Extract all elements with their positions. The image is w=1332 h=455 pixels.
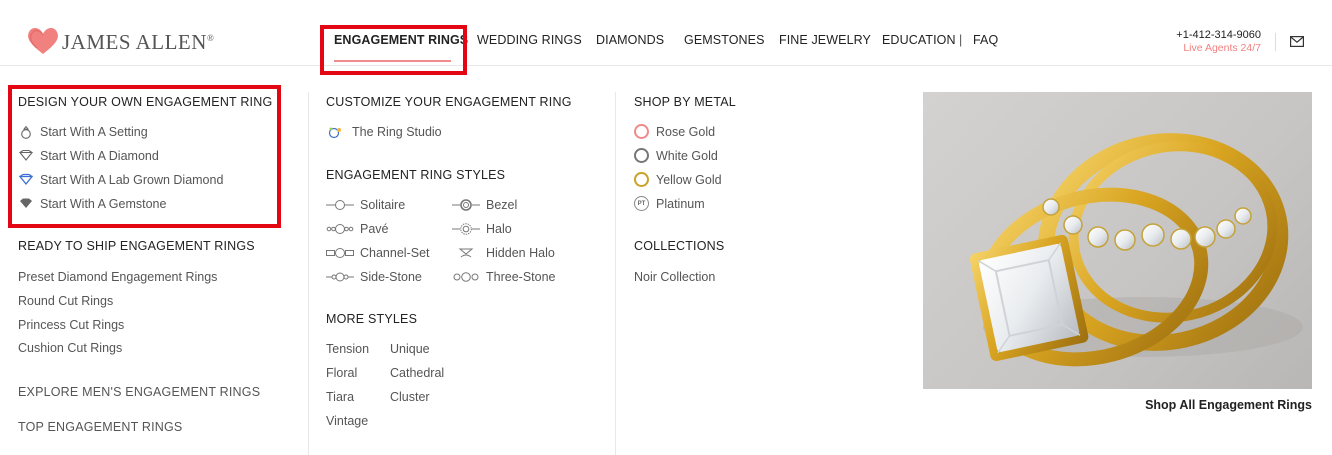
nav-engagement-rings[interactable]: ENGAGEMENT RINGS bbox=[334, 33, 468, 47]
halo-icon bbox=[452, 223, 480, 235]
style-tension-link[interactable]: Tension bbox=[326, 342, 369, 356]
brand-name: JAMES ALLEN® bbox=[62, 29, 215, 54]
style-channel-set-label: Channel-Set bbox=[360, 246, 430, 260]
gold-rings-illustration bbox=[969, 133, 1303, 367]
style-pave-link[interactable]: Pavé bbox=[326, 222, 389, 236]
start-with-setting-link[interactable]: Start With A Setting bbox=[18, 125, 148, 139]
solitaire-icon bbox=[326, 200, 354, 210]
nav-education[interactable]: EDUCATION bbox=[882, 33, 956, 47]
nav-separator: | bbox=[959, 33, 963, 47]
side-stone-icon bbox=[326, 272, 354, 282]
engagement-rings-promo-image[interactable] bbox=[923, 92, 1312, 389]
style-three-stone-label: Three-Stone bbox=[486, 270, 556, 284]
style-halo-link[interactable]: Halo bbox=[452, 222, 512, 236]
yellow-gold-label: Yellow Gold bbox=[656, 172, 722, 187]
nav-fine-jewelry[interactable]: FINE JEWELRY bbox=[779, 33, 871, 47]
white-gold-label: White Gold bbox=[656, 148, 718, 163]
rose-gold-label: Rose Gold bbox=[656, 124, 716, 139]
pave-icon bbox=[326, 224, 354, 234]
nav-faq[interactable]: FAQ bbox=[973, 33, 998, 47]
metal-yellow-gold-link[interactable]: Yellow Gold bbox=[634, 172, 722, 187]
style-pave-label: Pavé bbox=[360, 222, 389, 236]
collections-section-title: COLLECTIONS bbox=[634, 239, 725, 253]
platinum-label: Platinum bbox=[656, 196, 705, 211]
start-with-gemstone-link[interactable]: Start With A Gemstone bbox=[18, 197, 166, 211]
mail-icon[interactable] bbox=[1290, 36, 1304, 47]
metal-section-title: SHOP BY METAL bbox=[634, 95, 736, 109]
start-with-setting-label: Start With A Setting bbox=[40, 125, 148, 139]
style-floral-link[interactable]: Floral bbox=[326, 366, 357, 380]
mens-rings-link[interactable]: EXPLORE MEN'S ENGAGEMENT RINGS bbox=[18, 385, 260, 399]
metal-rose-gold-link[interactable]: Rose Gold bbox=[634, 124, 715, 139]
hidden-halo-icon bbox=[458, 248, 474, 258]
customize-section-title: CUSTOMIZE YOUR ENGAGEMENT RING bbox=[326, 95, 572, 109]
style-solitaire-link[interactable]: Solitaire bbox=[326, 198, 405, 212]
style-hidden-halo-link[interactable]: Hidden Halo bbox=[452, 246, 555, 260]
shop-all-engagement-rings-link[interactable]: Shop All Engagement Rings bbox=[1145, 398, 1312, 412]
yellow-gold-swatch-icon bbox=[634, 172, 649, 187]
lab-diamond-icon bbox=[18, 173, 34, 186]
style-bezel-link[interactable]: Bezel bbox=[452, 198, 517, 212]
style-cluster-link[interactable]: Cluster bbox=[390, 390, 430, 404]
princess-cut-link[interactable]: Princess Cut Rings bbox=[18, 318, 124, 332]
phone-number[interactable]: +1-412-314-9060 bbox=[1176, 29, 1261, 41]
noir-collection-link[interactable]: Noir Collection bbox=[634, 270, 715, 284]
style-halo-label: Halo bbox=[486, 222, 512, 236]
diamond-outline-icon bbox=[18, 149, 34, 161]
round-cut-link[interactable]: Round Cut Rings bbox=[18, 294, 113, 308]
start-with-diamond-link[interactable]: Start With A Diamond bbox=[18, 149, 159, 163]
design-section-title: DESIGN YOUR OWN ENGAGEMENT RING bbox=[18, 95, 273, 109]
header-divider bbox=[1275, 33, 1276, 51]
start-with-gemstone-label: Start With A Gemstone bbox=[40, 197, 167, 211]
preset-rings-link[interactable]: Preset Diamond Engagement Rings bbox=[18, 270, 217, 284]
nav-diamonds[interactable]: DIAMONDS bbox=[596, 33, 664, 47]
ring-setting-icon bbox=[21, 125, 31, 139]
nav-wedding-rings[interactable]: WEDDING RINGS bbox=[477, 33, 582, 47]
column-divider bbox=[308, 92, 309, 455]
ring-studio-link[interactable]: The Ring Studio bbox=[326, 125, 442, 139]
heart-logo-icon bbox=[28, 28, 58, 54]
style-unique-link[interactable]: Unique bbox=[390, 342, 430, 356]
start-with-lab-diamond-label: Start With A Lab Grown Diamond bbox=[40, 173, 224, 187]
white-gold-swatch-icon bbox=[634, 148, 649, 163]
platinum-mark: PT bbox=[637, 200, 646, 207]
ready-section-title[interactable]: READY TO SHIP ENGAGEMENT RINGS bbox=[18, 239, 255, 253]
start-with-lab-diamond-link[interactable]: Start With A Lab Grown Diamond bbox=[18, 173, 223, 187]
more-styles-title: MORE STYLES bbox=[326, 312, 418, 326]
style-channel-set-link[interactable]: Channel-Set bbox=[326, 246, 430, 260]
style-vintage-link[interactable]: Vintage bbox=[326, 414, 368, 428]
site-header: JAMES ALLEN® ENGAGEMENT RINGS WEDDING RI… bbox=[0, 0, 1332, 66]
style-side-stone-link[interactable]: Side-Stone bbox=[326, 270, 422, 284]
rose-gold-swatch-icon bbox=[634, 124, 649, 139]
metal-white-gold-link[interactable]: White Gold bbox=[634, 148, 718, 163]
style-tiara-link[interactable]: Tiara bbox=[326, 390, 354, 404]
style-solitaire-label: Solitaire bbox=[360, 198, 406, 212]
style-three-stone-link[interactable]: Three-Stone bbox=[452, 270, 555, 284]
contact-block[interactable]: +1-412-314-9060 Live Agents 24/7 bbox=[1176, 29, 1261, 54]
platinum-swatch-icon: PT bbox=[634, 196, 649, 211]
ring-studio-icon bbox=[328, 127, 341, 139]
style-bezel-label: Bezel bbox=[486, 198, 518, 212]
gemstone-icon bbox=[20, 198, 32, 208]
styles-section-title: ENGAGEMENT RING STYLES bbox=[326, 168, 506, 182]
style-hidden-halo-label: Hidden Halo bbox=[486, 246, 555, 260]
three-stone-icon bbox=[453, 272, 479, 282]
bezel-icon bbox=[452, 199, 480, 211]
nav-gemstones[interactable]: GEMSTONES bbox=[684, 33, 765, 47]
cushion-cut-link[interactable]: Cushion Cut Rings bbox=[18, 341, 122, 355]
column-divider bbox=[615, 92, 616, 455]
style-side-stone-label: Side-Stone bbox=[360, 270, 422, 284]
start-with-diamond-label: Start With A Diamond bbox=[40, 149, 159, 163]
live-agents-label: Live Agents 24/7 bbox=[1183, 42, 1261, 54]
top-rings-link[interactable]: TOP ENGAGEMENT RINGS bbox=[18, 420, 182, 434]
style-cathedral-link[interactable]: Cathedral bbox=[390, 366, 444, 380]
metal-platinum-link[interactable]: PT Platinum bbox=[634, 196, 705, 211]
channel-set-icon bbox=[326, 248, 354, 258]
brand-logo[interactable]: JAMES ALLEN® bbox=[26, 26, 214, 56]
ring-studio-label: The Ring Studio bbox=[352, 125, 442, 139]
active-nav-underline bbox=[334, 60, 451, 62]
